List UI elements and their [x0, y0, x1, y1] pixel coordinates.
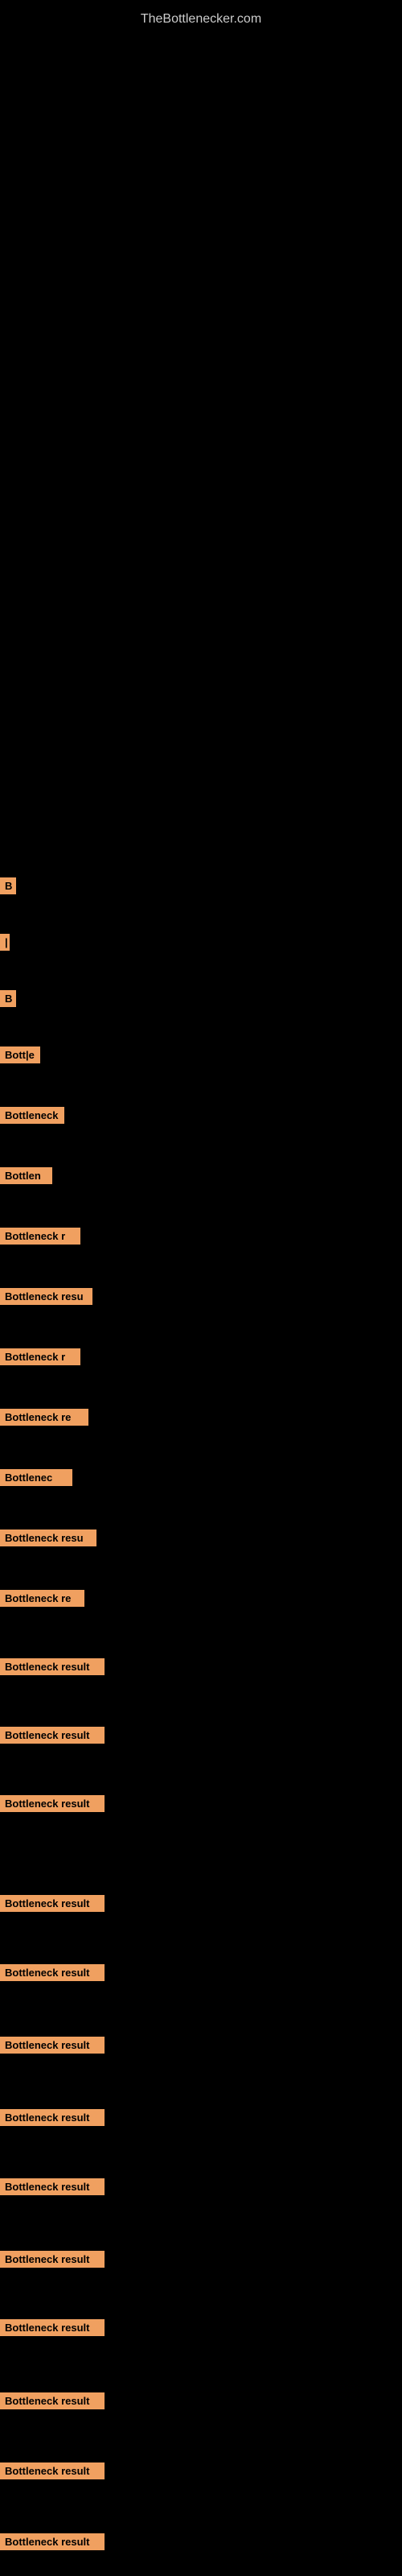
bottleneck-label: Bottleneck — [0, 1107, 64, 1124]
bottleneck-label: Bottleneck result — [0, 1658, 105, 1675]
bottleneck-label: Bottleneck resu — [0, 1530, 96, 1546]
bottleneck-label: B — [0, 990, 16, 1007]
site-title: TheBottlenecker.com — [0, 4, 402, 35]
bottleneck-label: Bottleneck result — [0, 1727, 105, 1744]
bottleneck-label: Bottleneck result — [0, 2392, 105, 2409]
bottleneck-label: Bottleneck result — [0, 2037, 105, 2054]
bottleneck-label: Bottleneck result — [0, 1795, 105, 1812]
bottleneck-label: Bottlen — [0, 1167, 52, 1184]
bottleneck-label: Bottleneck r — [0, 1228, 80, 1245]
bottleneck-label: Bottlenec — [0, 1469, 72, 1486]
bottleneck-label: Bott|e — [0, 1046, 40, 1063]
bottleneck-label: Bottleneck result — [0, 1895, 105, 1912]
bottleneck-label: | — [0, 934, 10, 951]
bottleneck-label: Bottleneck result — [0, 2178, 105, 2195]
bottleneck-label: Bottleneck result — [0, 2462, 105, 2479]
bottleneck-label: Bottleneck re — [0, 1590, 84, 1607]
bottleneck-label: B — [0, 877, 16, 894]
bottleneck-label: Bottleneck result — [0, 1964, 105, 1981]
bottleneck-label: Bottleneck result — [0, 2533, 105, 2550]
bottleneck-label: Bottleneck resu — [0, 1288, 92, 1305]
bottleneck-label: Bottleneck result — [0, 2319, 105, 2336]
bottleneck-label: Bottleneck r — [0, 1348, 80, 1365]
bottleneck-label: Bottleneck result — [0, 2109, 105, 2126]
bottleneck-label: Bottleneck result — [0, 2251, 105, 2268]
bottleneck-label: Bottleneck re — [0, 1409, 88, 1426]
